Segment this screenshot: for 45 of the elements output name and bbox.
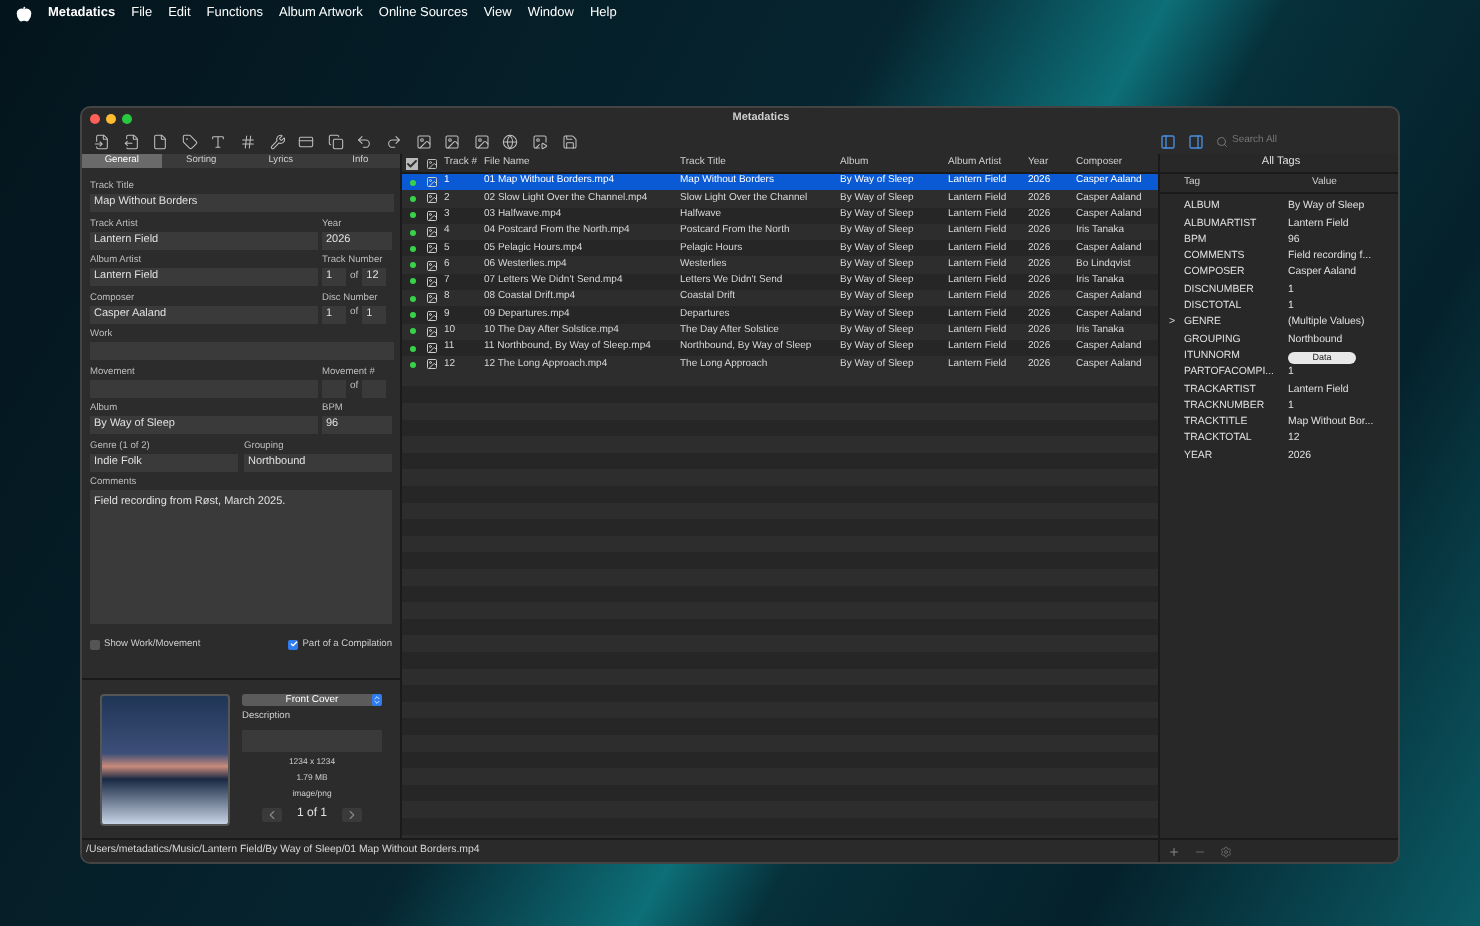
close-button[interactable]: [90, 113, 100, 123]
image-icon[interactable]: [444, 133, 461, 149]
globe-icon[interactable]: [502, 133, 519, 149]
text-icon[interactable]: [210, 133, 227, 149]
next-button[interactable]: [341, 807, 361, 822]
search-icon: [1216, 135, 1228, 147]
copy-icon[interactable]: [327, 133, 344, 149]
image-icon: [425, 242, 437, 255]
image-icon: [425, 309, 437, 322]
chevrons-icon: [372, 694, 382, 707]
image-column-icon[interactable]: [425, 157, 437, 169]
image-icon: [425, 259, 437, 272]
image-icon: [425, 275, 437, 288]
file-export-icon[interactable]: [123, 133, 140, 149]
image-play-icon[interactable]: [531, 133, 548, 149]
image-icon[interactable]: [473, 133, 490, 149]
checkbox[interactable]: [90, 639, 100, 650]
image-icon: [425, 176, 437, 189]
image-icon: [425, 226, 437, 239]
card-icon[interactable]: [298, 133, 315, 149]
album-cover-placeholder: [100, 693, 230, 825]
checkbox-column-icon[interactable]: [406, 157, 418, 169]
image-icon: [425, 358, 437, 371]
zoom-button[interactable]: [122, 113, 132, 123]
image-icon: [425, 342, 437, 355]
right-panel-icon[interactable]: [1188, 133, 1204, 149]
checkbox[interactable]: [288, 639, 299, 650]
image-icon: [425, 292, 437, 305]
image-icon: [425, 192, 437, 205]
redo-icon[interactable]: [385, 133, 402, 149]
minimize-button[interactable]: [106, 113, 116, 123]
image-icon[interactable]: [415, 133, 432, 149]
left-panel-icon[interactable]: [1160, 133, 1176, 149]
wrench-icon[interactable]: [269, 133, 286, 149]
image-icon: [425, 209, 437, 222]
image-icon: [425, 325, 437, 338]
tag-icon[interactable]: [181, 133, 198, 149]
save-icon[interactable]: [561, 133, 577, 149]
undo-icon[interactable]: [356, 133, 373, 149]
file-import-icon[interactable]: [94, 133, 110, 149]
add-icon[interactable]: [1168, 845, 1180, 857]
previous-button[interactable]: [262, 807, 283, 822]
hash-icon[interactable]: [239, 133, 256, 149]
apple-logo-icon[interactable]: [16, 6, 32, 22]
document-icon[interactable]: [152, 133, 169, 149]
